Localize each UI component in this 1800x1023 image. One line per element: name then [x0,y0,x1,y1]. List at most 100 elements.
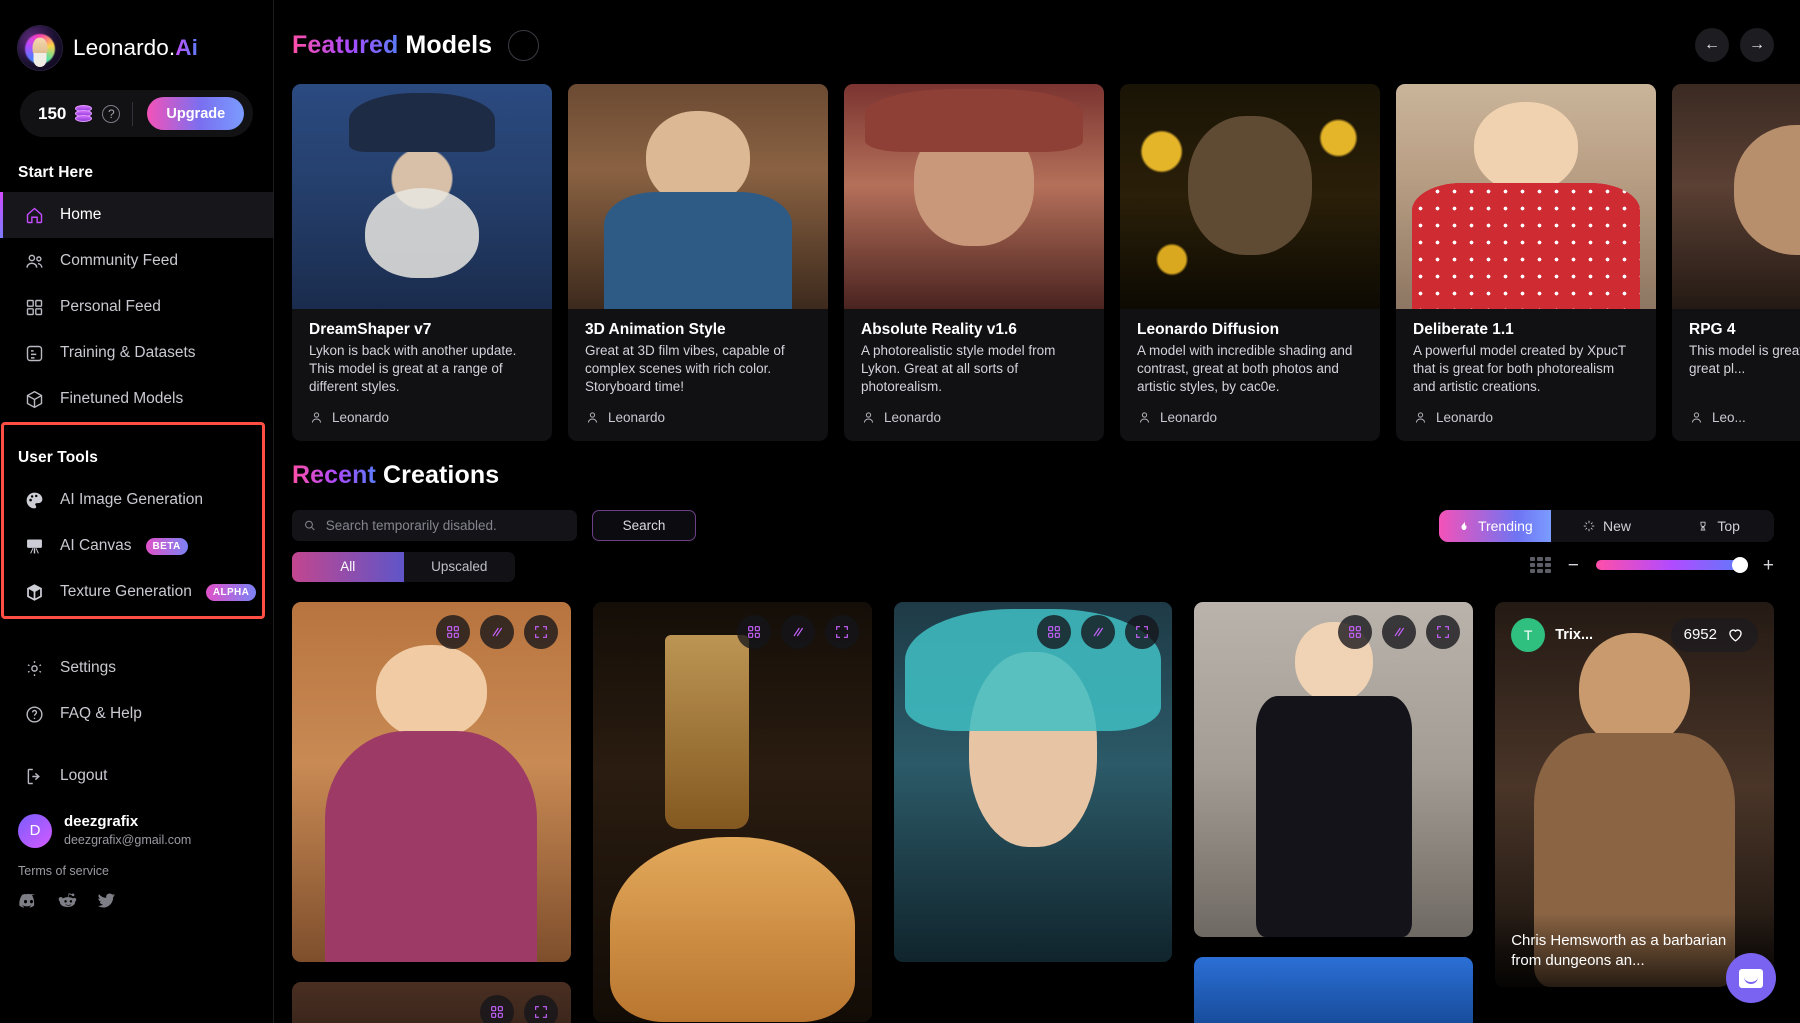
model-thumbnail [844,84,1104,309]
fullscreen-icon[interactable] [523,994,558,1023]
brand[interactable]: Leonardo.Ai [0,0,273,70]
user-profile[interactable]: D deezgrafix deezgrafix@gmail.com [0,799,273,848]
creation-card[interactable] [292,601,571,962]
carousel-prev-button[interactable]: ← [1695,28,1729,62]
variations-icon[interactable] [1382,614,1417,649]
user-name: deezgrafix [64,813,139,830]
tab-trending[interactable]: Trending [1439,509,1551,542]
model-card[interactable]: DreamShaper v7 Lykon is back with anothe… [292,84,552,441]
remix-icon[interactable] [736,614,771,649]
model-card[interactable]: Leonardo Diffusion A model with incredib… [1120,84,1380,441]
sidebar-item-label: Settings [60,659,117,676]
creation-actions [1037,614,1160,649]
grid-column [893,601,1173,1023]
model-author-row: Leo... [1672,396,1800,441]
model-card[interactable]: 3D Animation Style Great at 3D film vibe… [568,84,828,441]
zoom-slider[interactable] [1595,557,1748,574]
remix-icon[interactable] [479,994,514,1023]
tab-label: Trending [1477,517,1533,534]
credits-panel: 150 ? Upgrade [20,90,253,137]
creation-card[interactable] [893,601,1173,962]
creations-grid: T Trix... 6952 Chris Hemsworth as a barb… [274,582,1800,1023]
model-card[interactable]: Absolute Reality v1.6 A photorealistic s… [844,84,1104,441]
sidebar-item-texture-generation[interactable]: Texture Generation ALPHA [0,569,273,615]
app-root: Leonardo.Ai 150 ? Upgrade Start Here Hom… [0,0,1800,1023]
creation-card[interactable] [1194,601,1474,937]
easel-icon [22,534,46,558]
model-author: Leonardo [1160,409,1218,425]
upgrade-button[interactable]: Upgrade [147,97,245,130]
remix-icon[interactable] [1338,614,1373,649]
featured-models-carousel[interactable]: DreamShaper v7 Lykon is back with anothe… [274,62,1800,441]
reddit-icon[interactable] [57,890,78,916]
model-description: A powerful model created by XpucT that i… [1413,343,1626,394]
search-button[interactable]: Search [592,509,696,541]
carousel-nav: ← → [1695,28,1800,62]
creation-card[interactable] [1194,956,1474,1023]
view-controls: − + [1529,556,1774,575]
sidebar-item-label: Personal Feed [60,298,161,315]
flame-icon [1461,520,1467,530]
fullscreen-icon[interactable] [1125,614,1160,649]
user-icon [863,412,874,423]
sidebar-item-settings[interactable]: Settings [0,645,273,691]
model-name: Absolute Reality v1.6 [861,321,1017,338]
fullscreen-icon[interactable] [1426,614,1461,649]
creation-actions [1338,614,1461,649]
sidebar-item-label: Community Feed [60,252,179,269]
slider-knob[interactable] [1731,557,1748,574]
model-card[interactable]: Deliberate 1.1 A powerful model created … [1396,84,1656,441]
dataset-icon [22,341,46,365]
user-icon [311,412,322,423]
like-button[interactable]: 6952 [1670,617,1758,652]
tab-upscaled[interactable]: Upscaled [404,552,516,582]
grid-density-icon[interactable] [1529,557,1551,574]
divider [132,101,134,126]
page-title: Leonardo.Ai [73,35,198,60]
question-circle-icon[interactable]: ? [102,104,121,123]
model-name: RPG 4 [1689,321,1736,338]
recent-toolbar: Search All Upscaled Trending [292,509,1800,582]
carousel-next-button[interactable]: → [1740,28,1774,62]
sidebar-item-ai-image-generation[interactable]: AI Image Generation [0,477,273,523]
tab-all[interactable]: All [292,551,404,582]
terms-of-service-link[interactable]: Terms of service [0,848,273,878]
discord-icon[interactable] [18,890,39,916]
sidebar-item-personal-feed[interactable]: Personal Feed [0,284,273,330]
question-circle-icon [22,702,46,726]
creation-card-featured[interactable]: T Trix... 6952 Chris Hemsworth as a barb… [1495,601,1774,987]
sidebar-item-finetuned-models[interactable]: Finetuned Models [0,376,273,422]
user-icon [587,412,598,423]
sidebar-item-faq-help[interactable]: FAQ & Help [0,691,273,737]
variations-icon[interactable] [1081,614,1116,649]
creation-owner[interactable]: T Trix... [1511,617,1593,652]
remix-icon[interactable] [1037,614,1072,649]
tab-top[interactable]: Top [1662,510,1774,542]
sidebar-item-logout[interactable]: Logout [0,753,273,799]
leonardo-avatar-icon [18,26,62,70]
sidebar-item-training-datasets[interactable]: Training & Datasets [0,330,273,376]
fullscreen-icon[interactable] [523,614,558,649]
variations-icon[interactable] [780,614,815,649]
model-name: 3D Animation Style [585,321,726,338]
sidebar-item-ai-canvas[interactable]: AI Canvas BETA [0,523,273,569]
filter-tabs: All Upscaled [292,551,516,582]
sidebar-item-home[interactable]: Home [0,192,273,238]
twitter-icon[interactable] [96,890,117,916]
variations-icon[interactable] [479,614,514,649]
zoom-in-button[interactable]: + [1763,556,1774,575]
sidebar-item-community-feed[interactable]: Community Feed [0,238,273,284]
fullscreen-icon[interactable] [824,614,859,649]
remix-icon[interactable] [435,614,470,649]
sidebar-section-user-tools: User Tools [18,449,98,466]
chat-bubble-icon[interactable] [1726,953,1776,1003]
search-input[interactable] [325,517,566,533]
creation-card[interactable] [592,601,872,1022]
creation-actions [736,614,859,649]
tab-new[interactable]: New [1551,510,1663,542]
creation-card[interactable] [292,981,571,1023]
search-box[interactable] [292,509,577,541]
sidebar-item-label: AI Canvas [60,537,132,554]
model-card[interactable]: RPG 4 This model is great at characters … [1672,84,1800,441]
zoom-out-button[interactable]: − [1568,556,1579,575]
